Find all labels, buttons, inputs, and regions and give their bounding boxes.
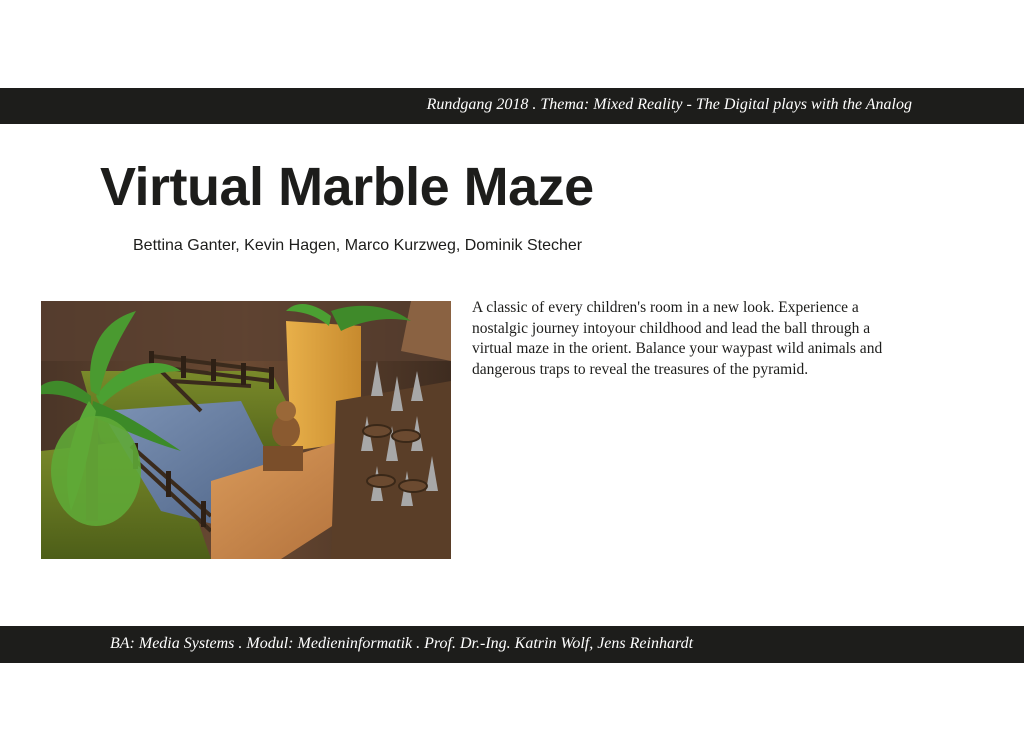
project-description: A classic of every children's room in a … bbox=[472, 299, 883, 378]
top-banner: Rundgang 2018 . Thema: Mixed Reality - T… bbox=[0, 88, 1024, 124]
project-title: Virtual Marble Maze bbox=[100, 157, 594, 217]
project-authors: Bettina Ganter, Kevin Hagen, Marco Kurzw… bbox=[133, 237, 583, 254]
banner-text: Rundgang 2018 . Thema: Mixed Reality - T… bbox=[426, 96, 912, 113]
game-screenshot-image bbox=[41, 301, 451, 559]
credits-text: BA: Media Systems . Modul: Medieninforma… bbox=[110, 635, 694, 652]
bottom-banner: BA: Media Systems . Modul: Medieninforma… bbox=[0, 626, 1024, 663]
